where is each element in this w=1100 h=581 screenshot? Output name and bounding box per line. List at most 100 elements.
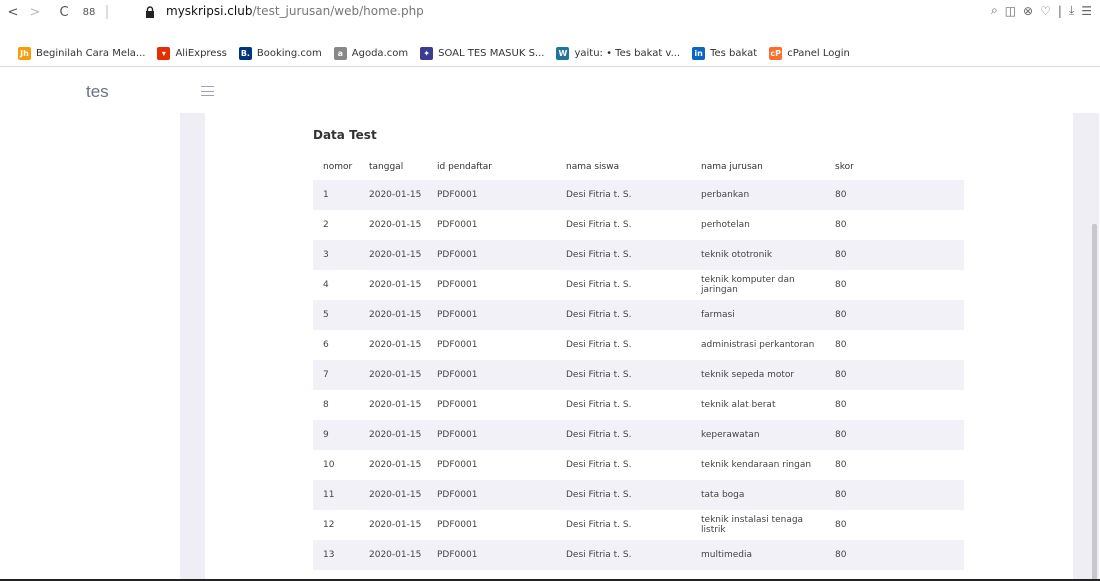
bookmarks-bar: Jh Beginilah Cara Mela... ▾ AliExpress B. Boo…	[0, 42, 1100, 64]
table-cell: 2020-01-15	[369, 280, 422, 290]
table-cell: perhotelan	[701, 220, 750, 230]
table-cell: Desi Fitria t. S.	[566, 370, 632, 380]
bookmark-item[interactable]: ▾ AliExpress	[157, 46, 227, 60]
table-cell: administrasi perkantoran	[701, 340, 815, 350]
app-header: tes	[0, 67, 1100, 113]
bookmark-item[interactable]: cP cPanel Login	[769, 46, 850, 60]
back-button[interactable]: <	[6, 3, 20, 21]
table-cell: 5	[323, 310, 329, 320]
agoda-icon: a	[333, 46, 347, 60]
table-cell: Desi Fitria t. S.	[566, 490, 632, 500]
table-row: 13 2020-01-15 PDF0001 Desi Fitria t. S. mult…	[313, 540, 964, 570]
table-row: 6 2020-01-15 PDF0001 Desi Fitria t. S. admin…	[313, 330, 964, 360]
table-cell: 13	[323, 550, 335, 560]
table-row: 4 2020-01-15 PDF0001 Desi Fitria t. S. tekni…	[313, 270, 964, 300]
url-path: /test_jurusan/web/home.php	[252, 4, 424, 18]
table-row: 8 2020-01-15 PDF0001 Desi Fitria t. S. tekni…	[313, 390, 964, 420]
table-row: 10 2020-01-15 PDF0001 Desi Fitria t. S. tekn…	[313, 450, 964, 480]
table-cell: PDF0001	[437, 280, 478, 290]
data-test-table: nomor tanggal id pendaftar nama siswa nama j…	[313, 153, 964, 570]
url-domain: myskripsi.club	[166, 4, 253, 18]
scrollbar-thumb[interactable]	[1092, 224, 1097, 581]
bookmark-label: Agoda.com	[351, 47, 409, 59]
bookmark-label: yaitu: • Tes bakat v...	[574, 47, 681, 59]
table-cell: Desi Fitria t. S.	[566, 400, 632, 410]
table-cell: 12	[323, 520, 335, 530]
table-cell: 1	[323, 190, 329, 200]
table-row: 7 2020-01-15 PDF0001 Desi Fitria t. S. tekni…	[313, 360, 964, 390]
table-cell: Desi Fitria t. S.	[566, 220, 632, 230]
table-cell: 2020-01-15	[369, 310, 422, 320]
table-row: 2 2020-01-15 PDF0001 Desi Fitria t. S. perho…	[313, 210, 964, 240]
favorite-icon[interactable]: ♡	[1040, 4, 1051, 18]
bookmark-item[interactable]: B. Booking.com	[238, 46, 322, 60]
app-brand[interactable]: tes	[86, 82, 109, 102]
table-cell: 2020-01-15	[369, 520, 422, 530]
wordpress-icon: W	[556, 46, 570, 60]
table-row: 11 2020-01-15 PDF0001 Desi Fitria t. S. tata…	[313, 480, 964, 510]
table-cell: PDF0001	[437, 460, 478, 470]
forward-button[interactable]: >	[28, 3, 42, 21]
hamburger-menu-icon[interactable]	[201, 86, 214, 96]
linkedin-icon: in	[692, 46, 706, 60]
apps-button[interactable]: 88	[80, 3, 98, 21]
table-row: 12 2020-01-15 PDF0001 Desi Fitria t. S. tekn…	[313, 510, 964, 540]
column-header-id-pendaftar: id pendaftar	[437, 161, 493, 172]
bookmark-label: cPanel Login	[787, 47, 850, 59]
download-icon[interactable]: ⤓	[1069, 3, 1074, 18]
table-cell: PDF0001	[437, 490, 478, 500]
bookmark-label: Booking.com	[256, 47, 322, 59]
table-cell: 80	[835, 400, 847, 410]
bookmark-item[interactable]: in Tes bakat	[692, 46, 758, 60]
table-cell: multimedia	[701, 550, 753, 560]
table-cell: 2020-01-15	[369, 370, 422, 380]
table-cell: 2020-01-15	[369, 490, 422, 500]
bookmark-label: Tes bakat	[710, 47, 758, 59]
bookmark-item[interactable]: ✦ SOAL TES MASUK S...	[420, 46, 545, 60]
address-bar[interactable]: myskripsi.club/test_jurusan/web/home.php	[166, 4, 424, 18]
screenshot-icon[interactable]: ◫	[1005, 4, 1016, 18]
table-cell: tata boga	[701, 490, 745, 500]
table-cell: 7	[323, 370, 329, 380]
table-cell: Desi Fitria t. S.	[566, 520, 632, 530]
table-cell: PDF0001	[437, 430, 478, 440]
table-row: 5 2020-01-15 PDF0001 Desi Fitria t. S. farma…	[313, 300, 964, 330]
column-header-nama-siswa: nama siswa	[566, 161, 620, 172]
reload-button[interactable]: C	[56, 3, 72, 21]
table-cell: PDF0001	[437, 190, 478, 200]
bookmark-label: SOAL TES MASUK S...	[438, 47, 545, 59]
table-cell: keperawatan	[701, 430, 760, 440]
table-cell: Desi Fitria t. S.	[566, 460, 632, 470]
column-header-nama-jurusan: nama jurusan	[701, 161, 763, 172]
block-icon[interactable]: ⊗	[1023, 4, 1033, 18]
table-cell: PDF0001	[437, 370, 478, 380]
booking-icon: B.	[238, 46, 252, 60]
table-cell: 80	[835, 430, 847, 440]
table-cell: Desi Fitria t. S.	[566, 280, 632, 290]
bookmark-label: AliExpress	[175, 47, 227, 59]
table-cell: teknik ototronik	[701, 250, 773, 260]
table-row: 1 2020-01-15 PDF0001 Desi Fitria t. S. perba…	[313, 180, 964, 210]
table-header-row: nomor tanggal id pendaftar nama siswa nama j…	[313, 153, 964, 180]
jh-icon: Jh	[18, 46, 31, 60]
bookmark-item[interactable]: Jh Beginilah Cara Mela...	[18, 46, 146, 60]
toolbar-right-icons: ⌕ ◫ ⊗ ♡ | ⤓ ☰	[991, 3, 1092, 18]
bookmark-item[interactable]: Wyaitu: • Tes bakat v...	[556, 46, 681, 60]
browser-toolbar: < > C 88 myskripsi.club/test_jurusan/web…	[0, 0, 1100, 24]
table-cell: 80	[835, 250, 847, 260]
left-sidebar	[0, 113, 180, 581]
lock-icon	[144, 3, 156, 21]
table-cell: 2	[323, 220, 329, 230]
divider-icon: |	[1057, 3, 1062, 18]
table-cell: perbankan	[701, 190, 750, 200]
bookmark-item[interactable]: a Agoda.com	[333, 46, 409, 60]
table-cell: Desi Fitria t. S.	[566, 340, 632, 350]
table-cell: teknik alat berat	[701, 400, 776, 410]
table-cell: Desi Fitria t. S.	[566, 550, 632, 560]
table-cell: PDF0001	[437, 220, 478, 230]
card-title: Data Test	[313, 128, 377, 142]
column-header-skor: skor	[835, 161, 854, 172]
menu-icon[interactable]: ☰	[1081, 4, 1092, 18]
search-icon[interactable]: ⌕	[991, 3, 998, 18]
bookmark-label: Beginilah Cara Mela...	[36, 47, 146, 59]
